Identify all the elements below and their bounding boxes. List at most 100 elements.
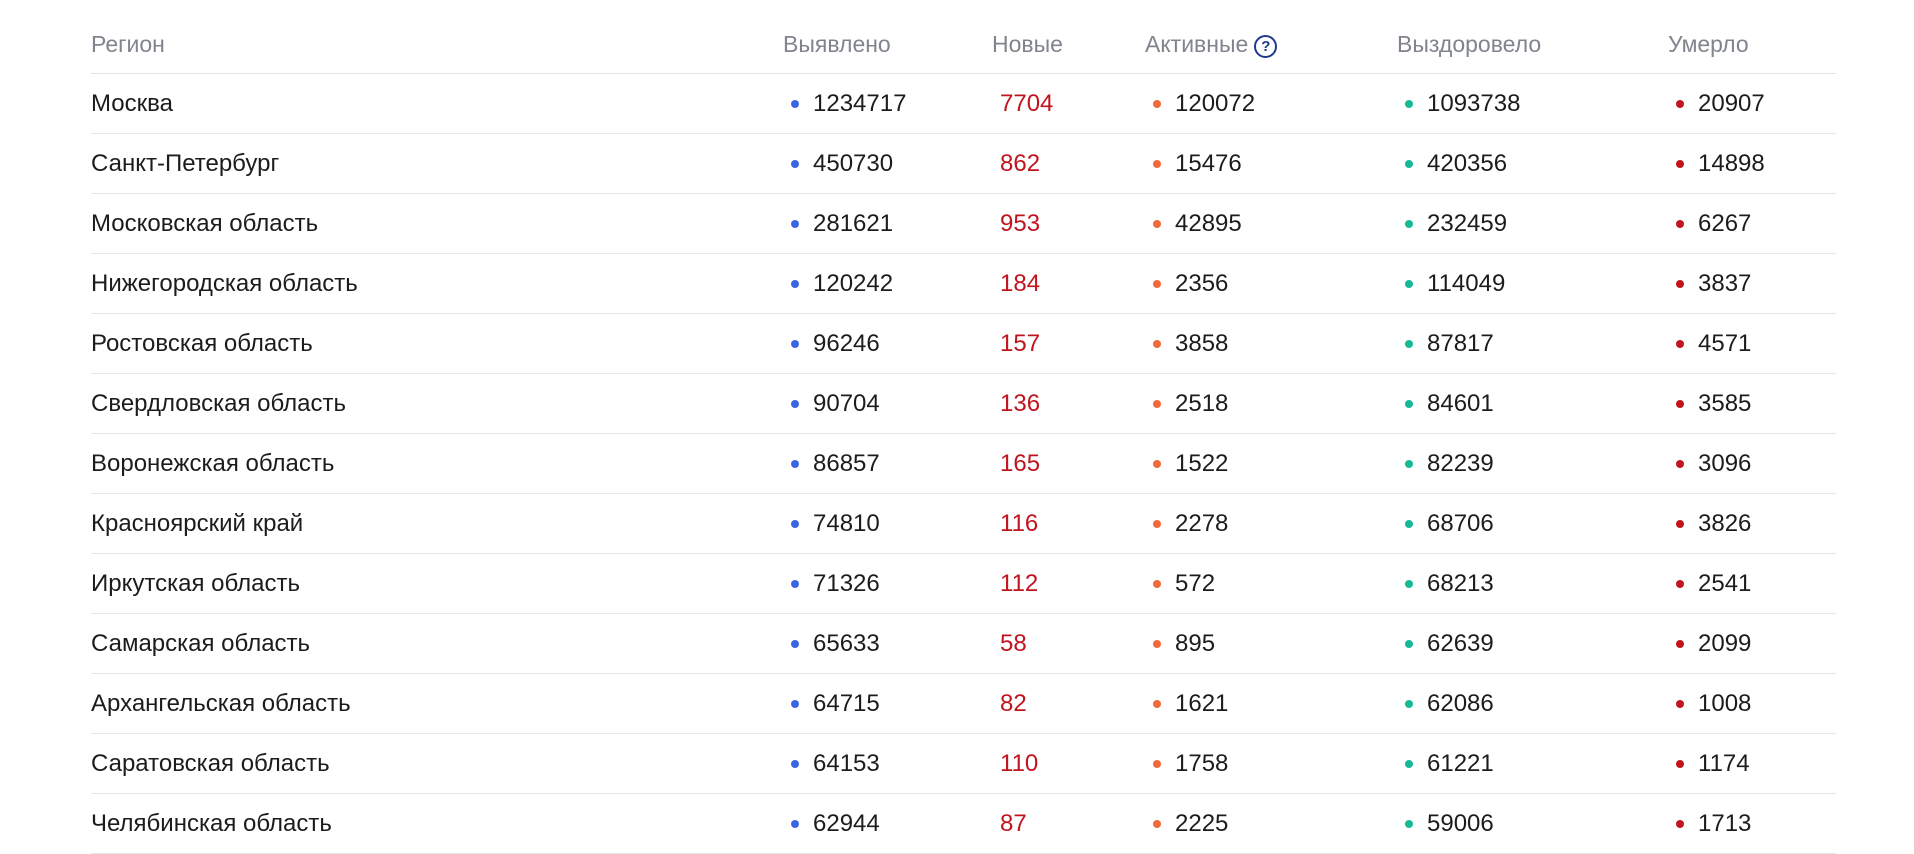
new-value: 136 — [1000, 389, 1041, 417]
found-cell: 281621 — [783, 194, 893, 253]
table-row[interactable]: Архангельская область 64715 82 1621 6208… — [91, 674, 1836, 734]
recovered-cell: 62639 — [1397, 614, 1494, 673]
recovered-cell: 232459 — [1397, 194, 1507, 253]
found-cell: 64715 — [783, 674, 880, 733]
header-region[interactable]: Регион — [91, 16, 165, 73]
new-value: 116 — [1000, 509, 1039, 537]
active-dot-icon — [1153, 639, 1161, 648]
recovered-value: 232459 — [1427, 209, 1508, 237]
dead-cell: 1174 — [1668, 734, 1750, 793]
new-cell: 157 — [992, 314, 1040, 373]
active-value: 3858 — [1175, 329, 1229, 357]
table-row[interactable]: Красноярский край 74810 116 2278 68706 3… — [91, 494, 1836, 554]
dead-value: 2541 — [1698, 569, 1752, 597]
new-cell: 165 — [992, 434, 1040, 493]
new-value: 184 — [1000, 269, 1041, 297]
found-dot-icon — [791, 159, 799, 168]
found-dot-icon — [791, 699, 799, 708]
found-dot-icon — [791, 759, 799, 768]
table-row[interactable]: Самарская область 65633 58 895 62639 209… — [91, 614, 1836, 674]
found-value: 64715 — [813, 689, 880, 717]
header-recovered[interactable]: Выздоровело — [1397, 16, 1541, 73]
new-cell: 58 — [992, 614, 1027, 673]
table-row[interactable]: Нижегородская область 120242 184 2356 11… — [91, 254, 1836, 314]
dead-cell: 1713 — [1668, 794, 1751, 853]
active-value: 2225 — [1175, 809, 1229, 837]
new-cell: 82 — [992, 674, 1027, 733]
active-value: 572 — [1175, 569, 1216, 597]
region-name: Саратовская область — [91, 749, 330, 777]
found-cell: 90704 — [783, 374, 880, 433]
table-row[interactable]: Ростовская область 96246 157 3858 87817 … — [91, 314, 1836, 374]
active-value: 1758 — [1175, 749, 1229, 777]
active-cell: 15476 — [1145, 134, 1242, 193]
recovered-value: 68706 — [1427, 509, 1494, 537]
found-dot-icon — [791, 399, 799, 408]
found-cell: 65633 — [783, 614, 880, 673]
found-value: 450730 — [813, 149, 894, 177]
recovered-value: 114049 — [1427, 269, 1506, 297]
dead-cell: 20907 — [1668, 74, 1765, 133]
active-dot-icon — [1153, 159, 1161, 168]
found-cell: 96246 — [783, 314, 880, 373]
active-value: 15476 — [1175, 149, 1242, 177]
region-name: Санкт-Петербург — [91, 149, 280, 177]
table-row[interactable]: Санкт-Петербург 450730 862 15476 420356 … — [91, 134, 1836, 194]
dead-dot-icon — [1676, 399, 1684, 408]
found-value: 64153 — [813, 749, 880, 777]
active-cell: 120072 — [1145, 74, 1255, 133]
header-active[interactable]: Активные ? — [1145, 16, 1278, 73]
region-name: Челябинская область — [91, 809, 332, 837]
dead-cell: 6267 — [1668, 194, 1751, 253]
found-dot-icon — [791, 99, 799, 108]
active-cell: 1621 — [1145, 674, 1228, 733]
table-row[interactable]: Московская область 281621 953 42895 2324… — [91, 194, 1836, 254]
active-value: 1522 — [1175, 449, 1229, 477]
active-value: 2278 — [1175, 509, 1229, 537]
active-value: 120072 — [1175, 89, 1256, 117]
found-dot-icon — [791, 819, 799, 828]
region-name: Красноярский край — [91, 509, 304, 537]
recovered-cell: 61221 — [1397, 734, 1494, 793]
dead-dot-icon — [1676, 759, 1684, 768]
dead-dot-icon — [1676, 339, 1684, 348]
recovered-dot-icon — [1405, 279, 1413, 288]
active-dot-icon — [1153, 279, 1161, 288]
table-row[interactable]: Воронежская область 86857 165 1522 82239… — [91, 434, 1836, 494]
dead-cell: 14898 — [1668, 134, 1765, 193]
dead-cell: 1008 — [1668, 674, 1751, 733]
help-icon[interactable]: ? — [1254, 35, 1278, 58]
table-row[interactable]: Челябинская область 62944 87 2225 59006 … — [91, 794, 1836, 854]
region-name: Воронежская область — [91, 449, 335, 477]
dead-dot-icon — [1676, 219, 1684, 228]
region-name: Ростовская область — [91, 329, 313, 357]
recovered-value: 420356 — [1427, 149, 1508, 177]
active-cell: 2518 — [1145, 374, 1228, 433]
header-found[interactable]: Выявлено — [783, 16, 891, 73]
header-dead[interactable]: Умерло — [1668, 16, 1749, 73]
table-header: Регион Выявлено Новые Активные ? Выздоро… — [91, 16, 1836, 74]
new-cell: 862 — [992, 134, 1040, 193]
recovered-dot-icon — [1405, 219, 1413, 228]
table-row[interactable]: Иркутская область 71326 112 572 68213 25… — [91, 554, 1836, 614]
recovered-cell: 1093738 — [1397, 74, 1520, 133]
new-cell: 7704 — [992, 74, 1053, 133]
new-value: 157 — [1000, 329, 1041, 357]
recovered-dot-icon — [1405, 639, 1413, 648]
found-cell: 120242 — [783, 254, 893, 313]
active-dot-icon — [1153, 579, 1161, 588]
dead-dot-icon — [1676, 819, 1684, 828]
active-dot-icon — [1153, 459, 1161, 468]
recovered-dot-icon — [1405, 759, 1413, 768]
new-cell: 110 — [992, 734, 1038, 793]
active-cell: 1522 — [1145, 434, 1228, 493]
recovered-value: 68213 — [1427, 569, 1494, 597]
table-row[interactable]: Москва 1234717 7704 120072 1093738 20907 — [91, 74, 1836, 134]
dead-dot-icon — [1676, 459, 1684, 468]
table-row[interactable]: Саратовская область 64153 110 1758 61221… — [91, 734, 1836, 794]
regions-table: Регион Выявлено Новые Активные ? Выздоро… — [91, 16, 1836, 854]
active-value: 1621 — [1175, 689, 1229, 717]
table-row[interactable]: Свердловская область 90704 136 2518 8460… — [91, 374, 1836, 434]
region-name: Свердловская область — [91, 389, 346, 417]
header-new[interactable]: Новые — [992, 16, 1063, 73]
